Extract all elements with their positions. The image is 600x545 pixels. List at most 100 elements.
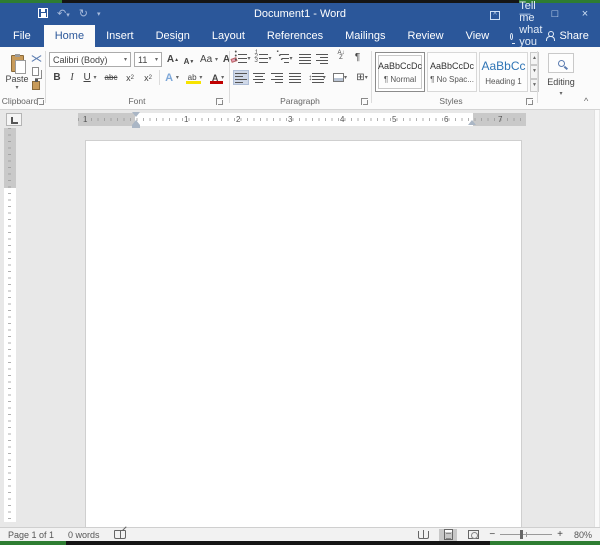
cut-icon[interactable] [31,54,42,64]
align-left-button[interactable] [233,70,249,85]
first-line-indent-marker[interactable] [132,112,140,117]
paragraph-dialog-launcher-icon[interactable] [361,98,368,105]
zoom-slider-thumb[interactable] [520,530,523,539]
align-left-icon [235,72,247,83]
vertical-scrollbar[interactable] [594,110,599,527]
style-preview: AaBbCcDc [378,61,422,71]
grow-font-button[interactable]: A▲ [166,52,180,67]
tab-mailings[interactable]: Mailings [334,25,396,47]
tab-references[interactable]: References [256,25,334,47]
font-size-select[interactable]: 11 ▾ [134,52,162,67]
paste-button[interactable]: Paste ▾ [5,52,29,94]
web-layout-icon [468,530,479,539]
style-heading1[interactable]: AaBbCc Heading 1 [479,52,528,92]
horizontal-ruler[interactable]: 1 1 2 3 4 5 6 7 [78,113,526,126]
justify-button[interactable] [287,70,303,85]
paste-dropdown[interactable]: ▾ [15,84,18,91]
font-name-value: Calibri (Body) [53,55,108,65]
zoom-in-button[interactable]: + [557,529,563,540]
underline-button[interactable]: U ▾ [80,70,100,85]
line-spacing-button[interactable]: ↕ ▾ [306,70,328,85]
zoom-slider[interactable] [500,534,552,535]
chevron-down-icon: ▾ [155,56,158,63]
font-name-select[interactable]: Calibri (Body) ▾ [49,52,131,67]
font-dialog-launcher-icon[interactable] [216,98,223,105]
print-layout-button[interactable] [439,529,457,541]
borders-icon: ⊞ [356,72,364,83]
ruler-number: 4 [340,115,344,124]
highlight-color-bar [186,81,201,84]
left-indent-marker[interactable] [132,125,140,128]
status-left: Page 1 of 1 0 words [0,530,126,540]
clipboard-dialog-launcher-icon[interactable] [37,98,44,105]
styles-dialog-launcher-icon[interactable] [526,98,533,105]
align-right-icon [271,72,283,83]
shrink-font-button[interactable]: A▼ [182,54,196,69]
clipboard-group-label: Clipboard [0,96,40,108]
zoom-level[interactable]: 80% [568,530,592,540]
zoom-out-button[interactable]: − [489,529,495,540]
ruler-number: 1 [184,115,188,124]
page-count-status[interactable]: Page 1 of 1 [8,530,54,540]
vertical-ruler[interactable] [4,128,16,522]
align-center-button[interactable] [251,70,267,85]
decrease-indent-icon [299,53,311,64]
tab-design[interactable]: Design [145,25,201,47]
desktop-strip [490,541,600,545]
editing-button[interactable] [548,53,574,73]
style-normal[interactable]: AaBbCcDc ¶ Normal [375,52,425,92]
tab-review[interactable]: Review [397,25,455,47]
multilevel-list-button[interactable]: ▾ [275,53,294,64]
tell-me-box[interactable]: Tell me what you want to do [510,25,546,47]
highlight-button[interactable]: ab ▾ [184,70,206,85]
decrease-indent-button[interactable] [297,53,312,64]
align-center-icon [253,72,265,83]
tab-insert[interactable]: Insert [95,25,145,47]
change-case-button[interactable]: Aa ▾ [198,52,220,67]
read-mode-button[interactable] [414,529,432,541]
tab-home[interactable]: Home [44,25,95,47]
font-group-label: Font [49,96,225,108]
font-color-bar [210,81,223,84]
style-no-spacing[interactable]: AaBbCcDc ¶ No Spac... [427,52,477,92]
numbering-button[interactable]: ▾ [254,53,273,64]
lightbulb-icon [510,33,513,40]
italic-button[interactable]: I [66,70,78,85]
close-button[interactable]: × [570,3,600,25]
bullets-button[interactable]: ▾ [233,53,252,64]
ribbon-display-options-icon[interactable]: ^ [480,3,510,25]
borders-button[interactable]: ⊞▾ [352,70,372,85]
word-window: ↶▾ ↻ ▾ Document1 - Word ^ — □ × File Hom… [0,0,600,545]
format-painter-icon[interactable] [32,81,40,90]
show-hide-marks-button[interactable]: ¶ [351,52,364,63]
bold-button[interactable]: B [50,70,64,85]
increase-indent-button[interactable] [314,53,329,64]
share-button[interactable]: Share [546,25,596,47]
tab-selector-button[interactable] [6,113,22,126]
text-effects-button[interactable]: A ▾ [162,70,182,85]
tab-file[interactable]: File [0,25,44,47]
document-page[interactable] [85,140,522,527]
ruler-number: 2 [236,115,240,124]
right-indent-marker[interactable] [468,120,476,125]
superscript-button[interactable]: x2 [140,70,156,85]
font-color-button[interactable]: A ▾ [208,70,228,85]
ruler-number: 3 [288,115,292,124]
tab-layout[interactable]: Layout [201,25,256,47]
word-count-status[interactable]: 0 words [68,530,100,540]
tab-view[interactable]: View [455,25,501,47]
subscript-button[interactable]: x2 [122,70,138,85]
align-right-button[interactable] [269,70,285,85]
copy-icon[interactable] [32,67,39,76]
sort-button[interactable]: A↓Z [333,51,349,61]
web-layout-button[interactable] [464,529,482,541]
strikethrough-button[interactable]: abc [102,70,120,85]
shading-button[interactable]: ▾ [330,70,350,85]
desktop-edge-bottom [0,541,600,545]
desktop-strip [66,541,490,545]
collapse-ribbon-icon[interactable]: ^ [584,96,588,106]
style-name: ¶ Normal [384,75,416,84]
chevron-down-icon: ▾ [124,56,127,63]
proofing-icon[interactable] [114,530,126,539]
clipboard-icon [11,55,24,72]
